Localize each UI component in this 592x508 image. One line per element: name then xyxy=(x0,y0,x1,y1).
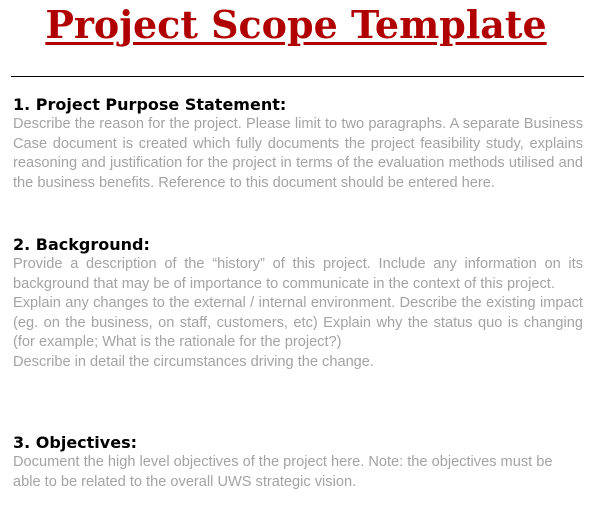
section-paragraph: Provide a description of the “history” o… xyxy=(13,256,583,292)
section-heading: 1. Project Purpose Statement: xyxy=(13,95,287,114)
section-paragraph: Describe the reason for the project. Ple… xyxy=(13,116,583,191)
horizontal-divider xyxy=(11,76,584,77)
section-heading: 2. Background: xyxy=(13,235,150,254)
section-background: 2. Background: Provide a description of … xyxy=(13,235,583,373)
section-paragraph: Describe in detail the circumstances dri… xyxy=(13,353,374,370)
section-heading: 3. Objectives: xyxy=(13,433,137,452)
section-objectives: 3. Objectives: Document the high level o… xyxy=(13,433,583,492)
section-project-purpose: 1. Project Purpose Statement: Describe t… xyxy=(13,95,583,193)
document-title: Project Scope Template xyxy=(0,0,592,48)
section-paragraph: Document the high level objectives of th… xyxy=(13,454,553,490)
section-paragraph: Explain any changes to the external / in… xyxy=(13,295,583,351)
document-title-text: Project Scope Template xyxy=(45,2,547,47)
